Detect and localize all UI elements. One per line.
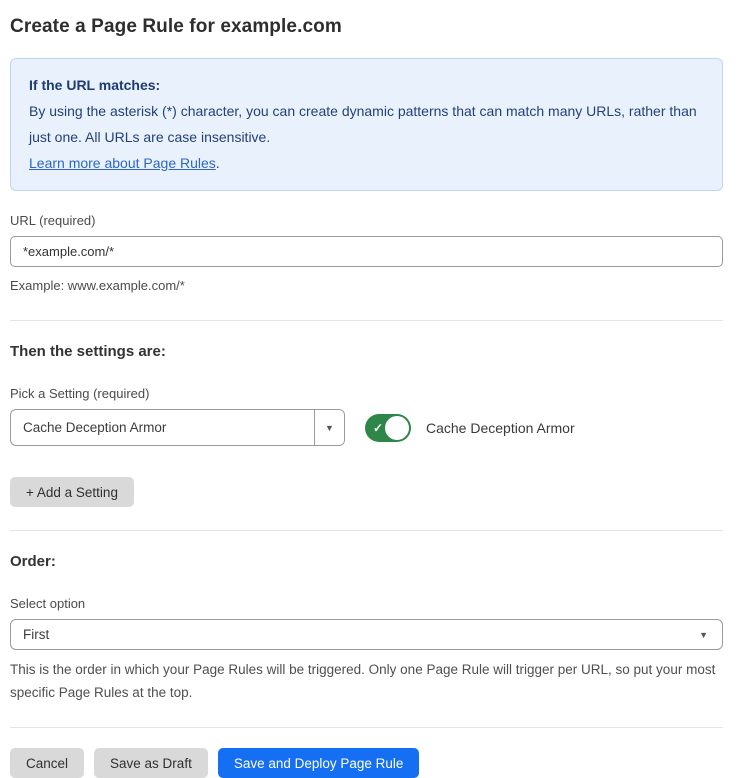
setting-dropdown[interactable]: Cache Deception Armor ▼ [10, 409, 345, 446]
chevron-down-icon: ▼ [325, 423, 334, 433]
footer-actions: Cancel Save as Draft Save and Deploy Pag… [10, 748, 723, 778]
pick-setting-label: Pick a Setting (required) [10, 386, 723, 401]
setting-dropdown-value: Cache Deception Armor [11, 410, 314, 445]
cancel-button[interactable]: Cancel [10, 748, 84, 778]
chevron-down-icon: ▼ [699, 630, 708, 640]
order-select[interactable]: First ▼ [10, 619, 723, 650]
order-select-label: Select option [10, 596, 723, 611]
setting-row: Cache Deception Armor ▼ ✓ Cache Deceptio… [10, 409, 723, 446]
url-input[interactable] [10, 236, 723, 267]
order-helper-text: This is the order in which your Page Rul… [10, 658, 723, 704]
order-select-value: First [23, 627, 49, 642]
toggle-label: Cache Deception Armor [426, 420, 575, 436]
url-match-info-box: If the URL matches: By using the asteris… [10, 58, 723, 191]
settings-section-heading: Then the settings are: [10, 343, 723, 360]
setting-dropdown-arrow-button[interactable]: ▼ [314, 410, 344, 445]
learn-more-link[interactable]: Learn more about Page Rules [29, 155, 216, 171]
info-box-text: By using the asterisk (*) character, you… [29, 103, 697, 145]
cache-deception-armor-toggle[interactable]: ✓ [365, 414, 411, 442]
toggle-knob [385, 416, 409, 440]
divider [10, 727, 723, 728]
create-page-rule-form: Create a Page Rule for example.com If th… [0, 0, 733, 778]
order-section-heading: Order: [10, 553, 723, 570]
save-as-draft-button[interactable]: Save as Draft [94, 748, 208, 778]
check-icon: ✓ [373, 421, 383, 435]
save-and-deploy-button[interactable]: Save and Deploy Page Rule [218, 748, 420, 778]
divider [10, 320, 723, 321]
url-example-text: Example: www.example.com/* [10, 275, 723, 297]
info-box-heading: If the URL matches: [29, 72, 704, 98]
add-setting-button[interactable]: + Add a Setting [10, 477, 134, 507]
url-field-label: URL (required) [10, 213, 723, 228]
link-period: . [216, 155, 220, 171]
page-title: Create a Page Rule for example.com [10, 16, 723, 38]
info-box-body: By using the asterisk (*) character, you… [29, 98, 704, 176]
divider [10, 530, 723, 531]
